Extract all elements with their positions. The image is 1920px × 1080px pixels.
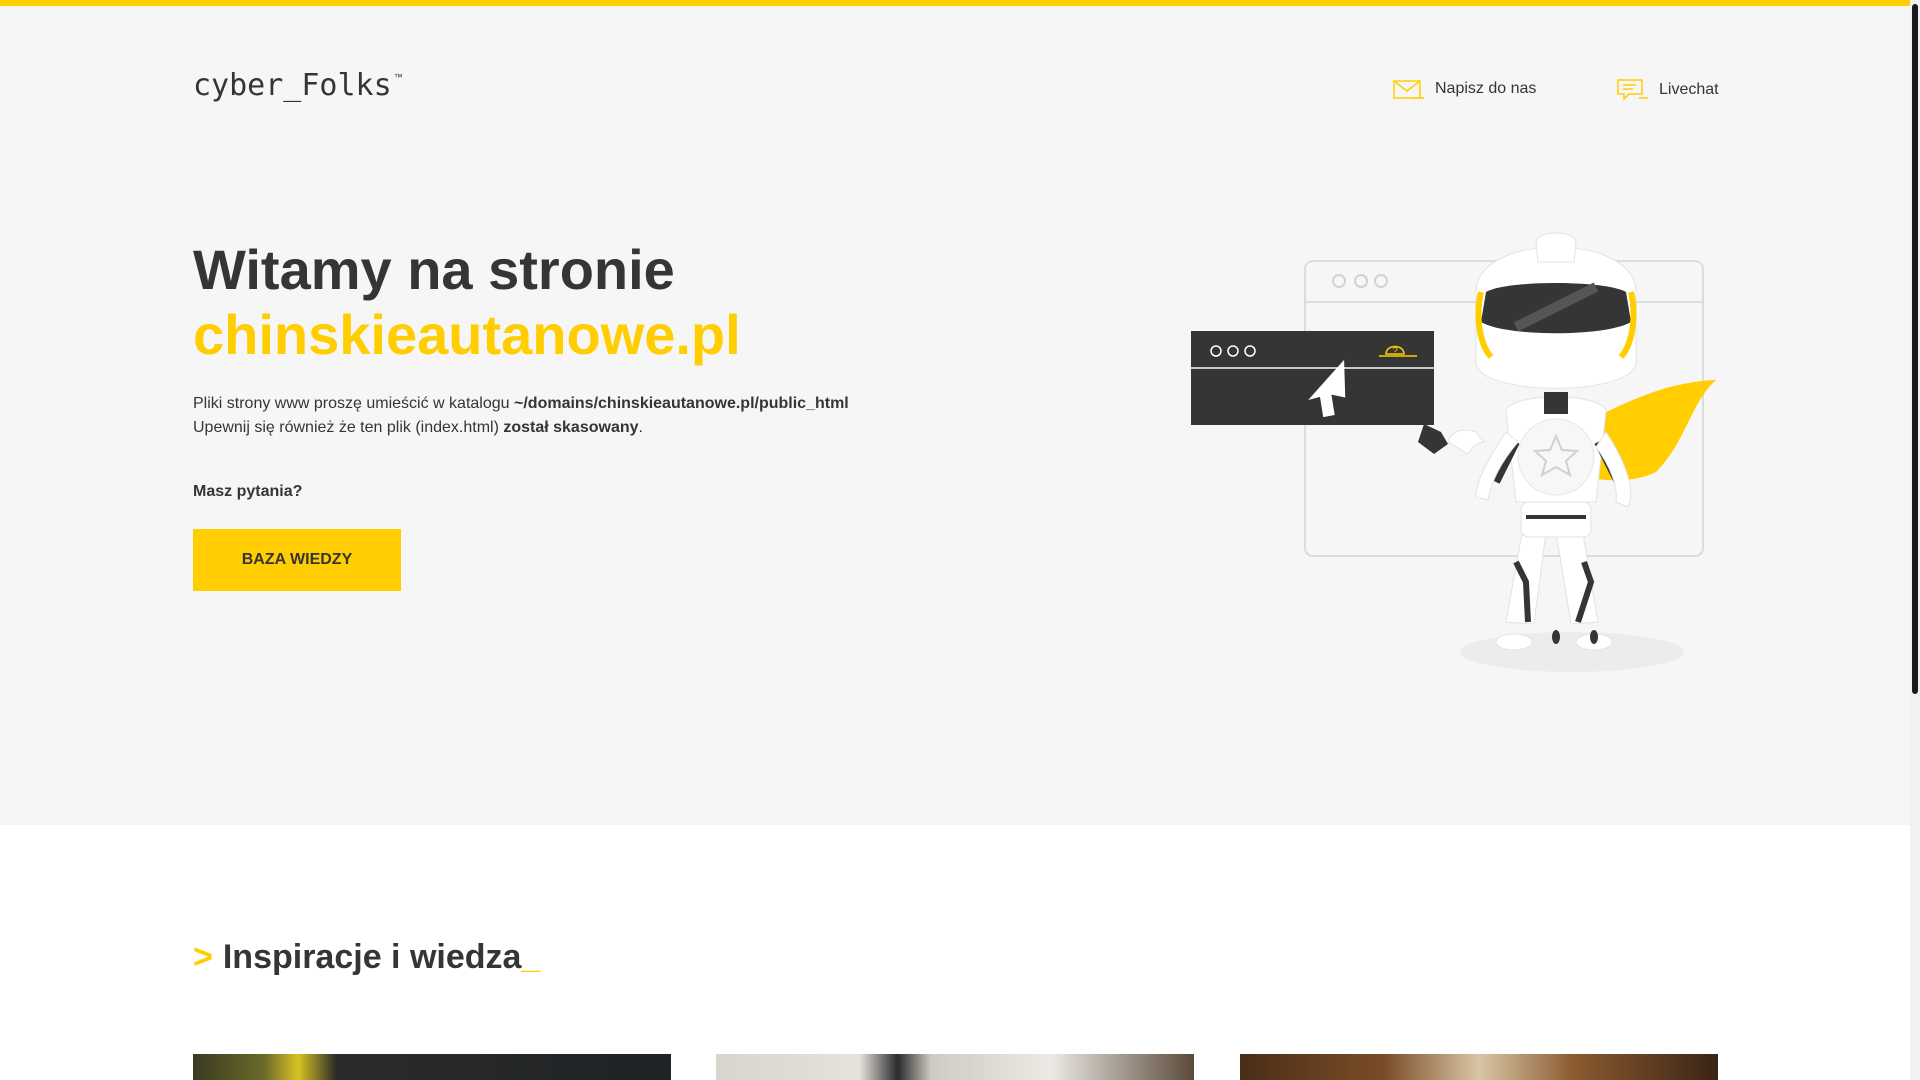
mail-icon [1393,80,1424,99]
logo-trademark: ™ [393,72,403,82]
section-cursor: _ [521,938,541,976]
section-prompt: > [193,938,213,976]
section-title: > Inspiracje i wiedza_ [193,938,540,977]
svg-text:?: ? [1392,346,1398,357]
contact-write-label: Napisz do nas [1435,80,1537,97]
page-title: Witamy na stronie [193,238,675,301]
description-line-1: Pliki strony www proszę umieścić w katal… [193,395,849,412]
scrollbar-thumb[interactable] [1912,4,1918,694]
knowledge-base-button[interactable]: BAZA WIEDZY [193,529,401,591]
article-card-image[interactable] [1240,1054,1718,1080]
chat-icon [1617,79,1648,101]
article-card-image[interactable] [193,1054,671,1080]
article-card-image[interactable] [716,1054,1194,1080]
section-title-text: Inspiracje i wiedza [222,938,522,976]
robot-superhero-illustration: ? [1191,232,1716,672]
logo[interactable]: cyber_Folks ™ [193,68,403,103]
deleted-note: został skasowany [503,419,639,436]
hero-description: Pliki strony www proszę umieścić w katal… [193,392,849,440]
logo-text: cyber_Folks [193,68,392,103]
domain-title: chinskieautanowe.pl [193,303,741,366]
contact-chat-label: Livechat [1659,81,1719,98]
directory-path: ~/domains/chinskieautanowe.pl/public_htm… [514,395,849,412]
questions-label: Masz pytania? [193,483,303,500]
contact-write-link[interactable]: Napisz do nas [1393,78,1536,100]
contact-chat-link[interactable]: Livechat [1617,78,1719,102]
scrollbar[interactable] [1910,0,1920,1080]
description-line-2: Upewnij się również że ten plik (index.h… [193,419,643,436]
